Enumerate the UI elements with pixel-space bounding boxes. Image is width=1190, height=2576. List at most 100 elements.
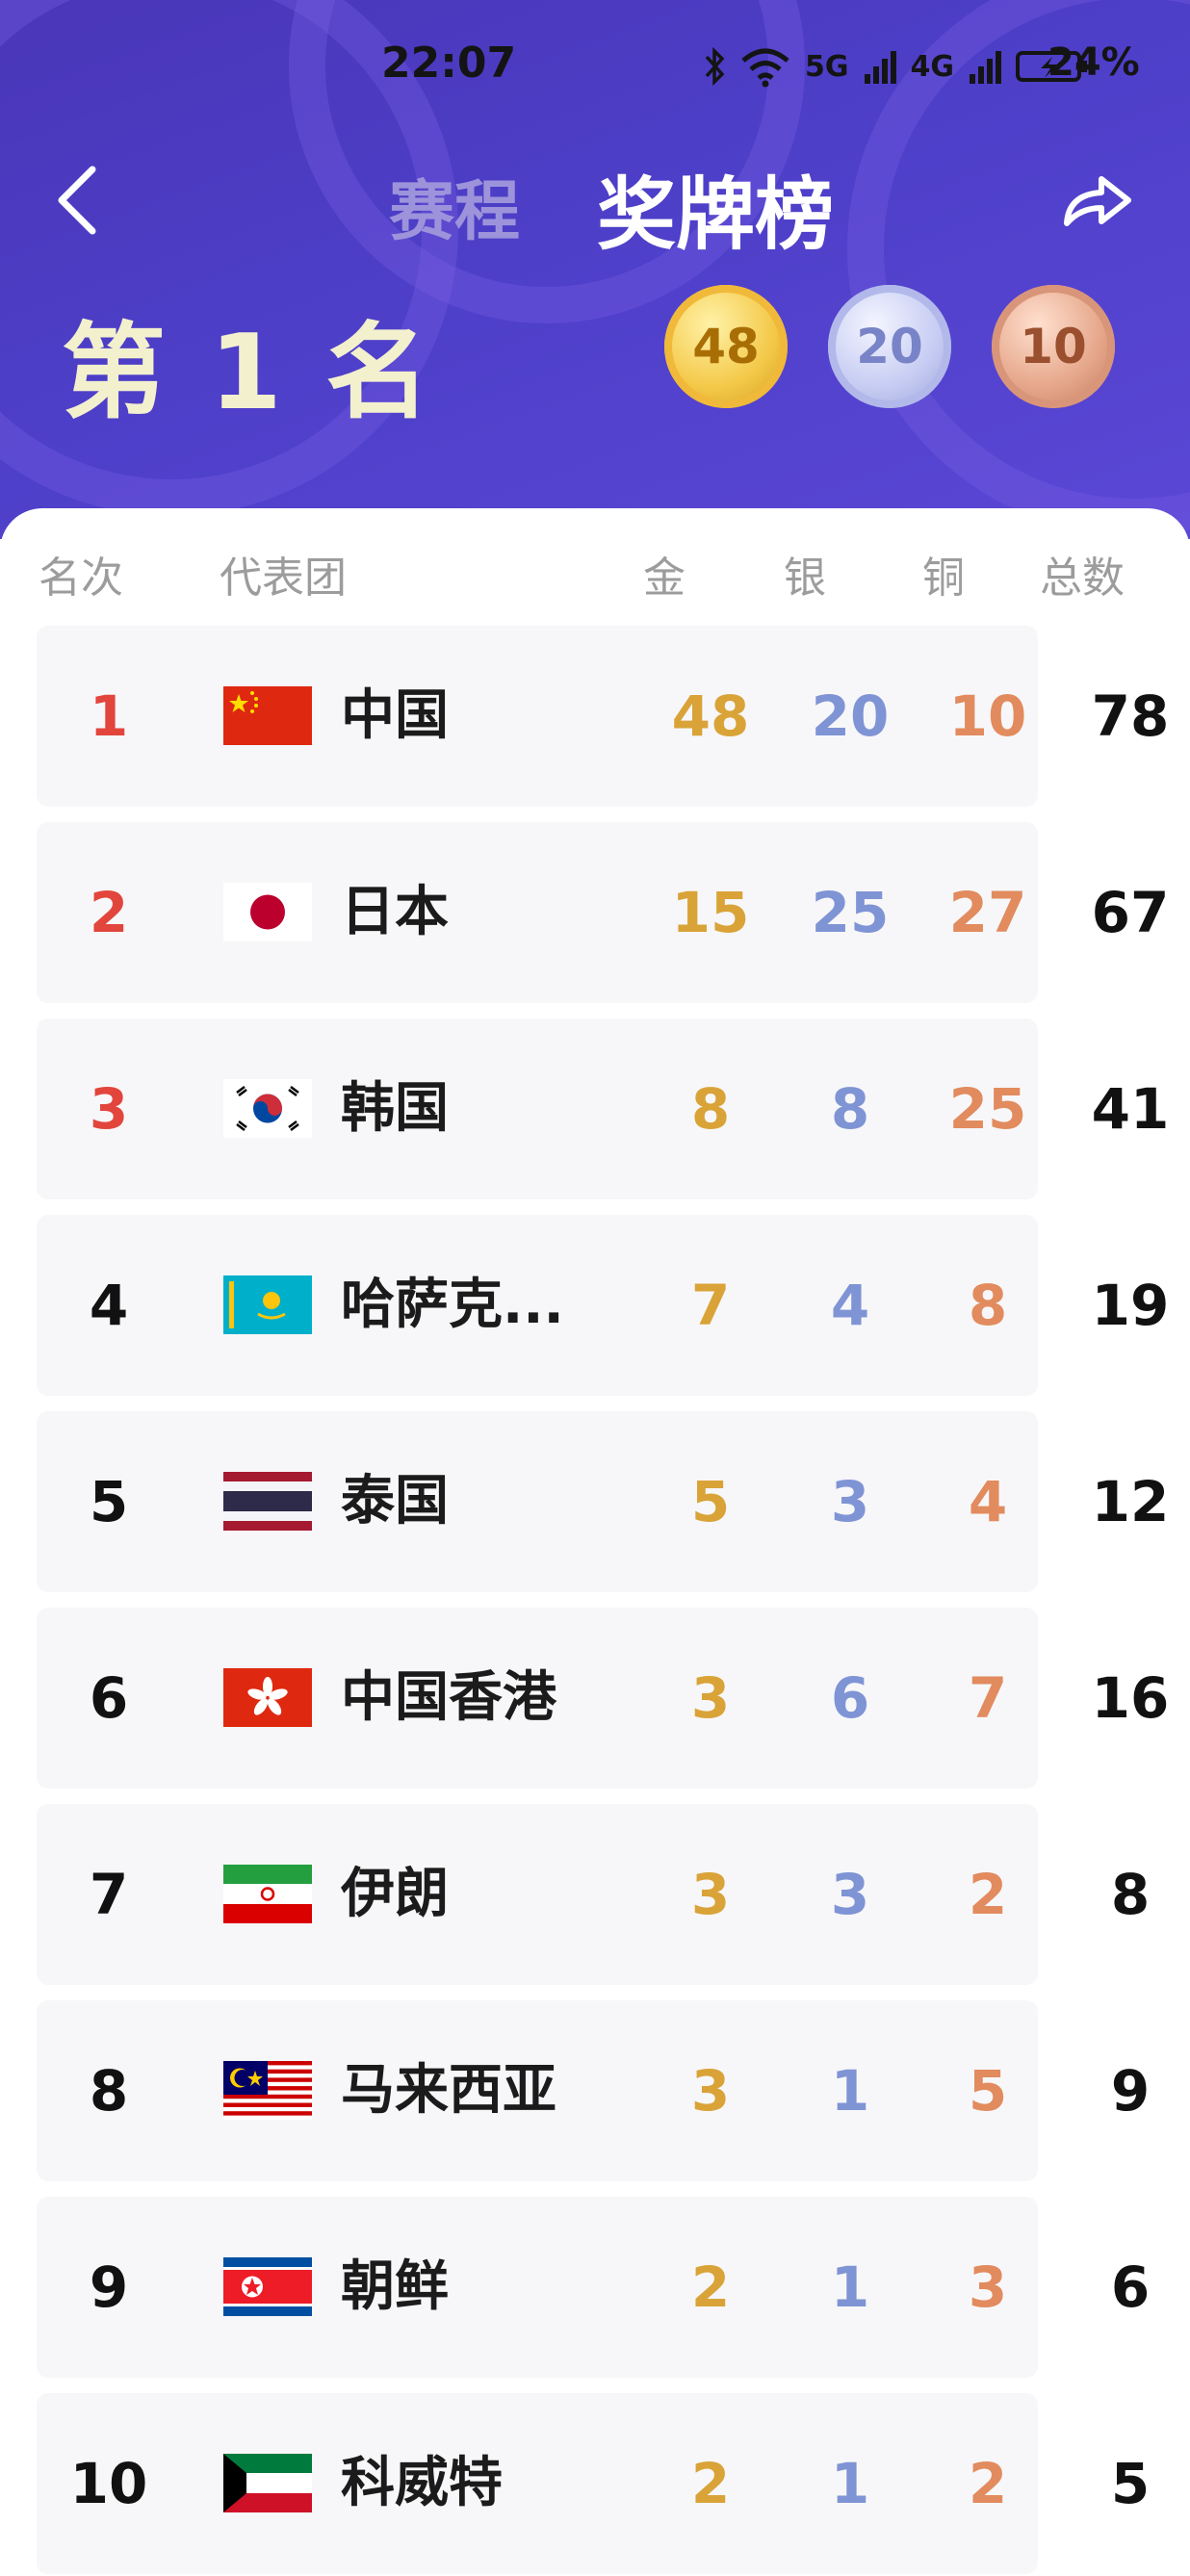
rank-cell: 9 xyxy=(89,2254,129,2320)
team-name: 中国 xyxy=(341,684,449,747)
table-row[interactable]: 5 泰国 5 3 4 12 xyxy=(37,1411,1169,1592)
table-row[interactable]: 6 中国香港 3 6 7 16 xyxy=(37,1608,1169,1789)
silver-count: 3 xyxy=(830,1469,870,1534)
gold-count: 8 xyxy=(690,1076,731,1142)
total-count: 6 xyxy=(1110,2254,1151,2320)
bronze-count: 10 xyxy=(948,683,1027,749)
gold-count: 2 xyxy=(690,2254,731,2320)
total-count: 16 xyxy=(1091,1665,1170,1731)
gold-count: 48 xyxy=(671,683,750,749)
team-name: 哈萨克... xyxy=(341,1274,564,1336)
silver-count: 4 xyxy=(830,1273,870,1338)
bronze-count: 7 xyxy=(968,1665,1008,1731)
signal-4g-icon xyxy=(970,51,1001,84)
battery-percent: 24% xyxy=(1048,40,1140,85)
team-name: 日本 xyxy=(341,881,449,943)
signal-5g-icon xyxy=(864,51,896,84)
gold-count: 3 xyxy=(690,2058,731,2124)
bronze-count: 27 xyxy=(948,880,1027,945)
current-rank-title: 第 1 名 xyxy=(62,313,434,433)
gold-count: 3 xyxy=(690,1665,731,1731)
table-row[interactable]: 2 日本 15 25 27 67 xyxy=(37,822,1169,1003)
total-count: 19 xyxy=(1091,1273,1170,1338)
table-row[interactable]: 4 哈萨克... 7 4 8 19 xyxy=(37,1215,1169,1396)
column-header-rank: 名次 xyxy=(39,554,123,603)
column-header-team: 代表团 xyxy=(220,554,347,603)
bronze-count: 4 xyxy=(968,1469,1008,1534)
silver-count: 20 xyxy=(811,683,890,749)
team-name: 朝鲜 xyxy=(341,2255,449,2318)
share-icon[interactable] xyxy=(1059,166,1136,233)
total-count: 9 xyxy=(1110,2058,1151,2124)
flag-south-korea-icon xyxy=(223,1079,312,1138)
status-bar: 22:07 5G 4G 24% xyxy=(0,29,1190,106)
rank-cell: 5 xyxy=(89,1469,129,1534)
network-4g-label: 4G xyxy=(910,49,955,84)
table-row[interactable]: 9 朝鲜 2 1 3 6 xyxy=(37,2197,1150,2378)
flag-kazakhstan-icon xyxy=(223,1275,312,1334)
network-5g-label: 5G xyxy=(805,49,849,84)
table-row[interactable]: 10 科威特 2 1 2 5 xyxy=(37,2393,1150,2574)
column-header-bronze: 铜 xyxy=(922,554,965,603)
team-name: 马来西亚 xyxy=(341,2059,556,2122)
flag-iran-icon xyxy=(223,1865,312,1923)
gold-count: 7 xyxy=(690,1273,731,1338)
status-time: 22:07 xyxy=(381,39,517,88)
rank-cell: 8 xyxy=(89,2058,129,2124)
team-name: 中国香港 xyxy=(341,1666,556,1729)
total-count: 67 xyxy=(1091,880,1170,945)
silver-count: 1 xyxy=(830,2254,870,2320)
gold-medal-badge: 48 xyxy=(664,285,788,408)
column-header-gold: 金 xyxy=(643,554,686,603)
gold-count: 15 xyxy=(671,880,750,945)
tab-medal-table[interactable]: 奖牌榜 xyxy=(597,150,834,265)
top-nav: 赛程 奖牌榜 xyxy=(0,144,1190,261)
flag-hong-kong-icon xyxy=(223,1668,312,1727)
flag-china-icon xyxy=(223,686,312,745)
bluetooth-icon xyxy=(705,47,725,86)
flag-thailand-icon xyxy=(223,1472,312,1531)
bronze-medal-badge: 10 xyxy=(992,285,1115,408)
team-name: 泰国 xyxy=(341,1470,449,1533)
bronze-count: 25 xyxy=(948,1076,1027,1142)
silver-count: 1 xyxy=(830,2451,870,2516)
bronze-count: 2 xyxy=(968,2451,1008,2516)
gold-count: 5 xyxy=(690,1469,731,1534)
flag-north-korea-icon xyxy=(223,2257,312,2316)
column-header-silver: 银 xyxy=(784,554,826,603)
silver-count: 1 xyxy=(830,2058,870,2124)
total-count: 5 xyxy=(1110,2451,1151,2516)
gold-count: 2 xyxy=(690,2451,731,2516)
tab-schedule[interactable]: 赛程 xyxy=(389,158,520,253)
rank-cell: 3 xyxy=(89,1076,129,1142)
flag-kuwait-icon xyxy=(223,2454,312,2512)
bronze-count: 2 xyxy=(968,1862,1008,1927)
silver-count: 8 xyxy=(830,1076,870,1142)
total-count: 12 xyxy=(1091,1469,1170,1534)
back-arrow-icon[interactable] xyxy=(48,162,106,239)
rank-cell: 10 xyxy=(69,2451,148,2516)
table-row[interactable]: 7 伊朗 3 3 2 8 xyxy=(37,1804,1150,1985)
silver-count: 25 xyxy=(811,880,890,945)
rank-cell: 7 xyxy=(89,1862,129,1927)
rank-cell: 6 xyxy=(89,1665,129,1731)
total-count: 78 xyxy=(1091,683,1170,749)
status-icons: 5G 4G xyxy=(703,42,1089,90)
team-name: 韩国 xyxy=(341,1077,449,1140)
flag-japan-icon xyxy=(223,883,312,941)
bronze-count: 5 xyxy=(968,2058,1008,2124)
bronze-count: 3 xyxy=(968,2254,1008,2320)
flag-malaysia-icon xyxy=(223,2061,312,2120)
gold-count: 3 xyxy=(690,1862,731,1927)
table-row[interactable]: 3 韩国 8 8 25 41 xyxy=(37,1018,1169,1199)
silver-medal-badge: 20 xyxy=(828,285,951,408)
table-row[interactable]: 8 马来西亚 3 1 5 9 xyxy=(37,2000,1150,2181)
table-row[interactable]: 1 中国 48 20 10 78 xyxy=(37,626,1169,807)
bronze-count: 8 xyxy=(968,1273,1008,1338)
total-count: 8 xyxy=(1110,1862,1151,1927)
silver-count: 6 xyxy=(830,1665,870,1731)
medal-table-panel: 名次 代表团 金 银 铜 总数 1 中国 48 20 10 78 2 日本 15 25 27 67 3 韩… xyxy=(0,508,1190,2576)
column-header-total: 总数 xyxy=(1040,554,1125,603)
wifi-icon xyxy=(741,48,789,88)
rank-cell: 4 xyxy=(89,1273,129,1338)
